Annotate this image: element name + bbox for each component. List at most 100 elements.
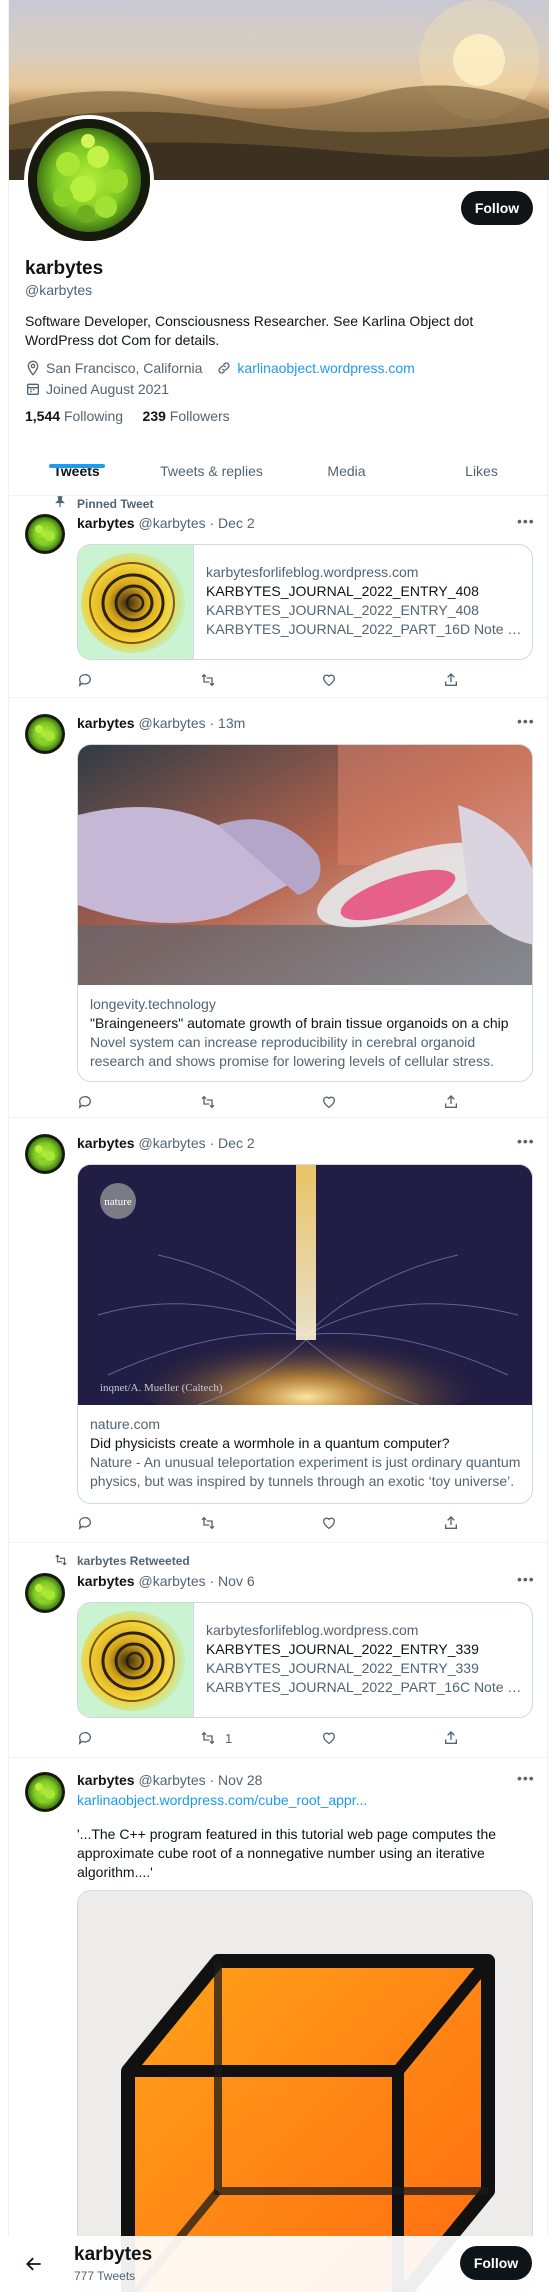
- reply-icon: [78, 1517, 91, 1530]
- retweet-count: 1: [225, 1730, 233, 1746]
- more-icon[interactable]: •••: [517, 713, 535, 729]
- card-thumbnail: [78, 1603, 194, 1717]
- follow-button[interactable]: Follow: [461, 191, 533, 225]
- tweet-count: 777 Tweets: [74, 2269, 136, 2283]
- link-icon: [218, 362, 230, 374]
- tweet-author[interactable]: karbytes: [77, 1772, 135, 1788]
- tweet-avatar[interactable]: [25, 514, 65, 554]
- like-button[interactable]: [321, 672, 337, 688]
- joined-date: Joined August 2021: [46, 381, 169, 397]
- romanesco-image: [28, 119, 150, 241]
- retweet-icon: [201, 1516, 215, 1530]
- tweet[interactable]: karbytes @karbytes · 13m ••• longevity.t…: [9, 698, 549, 1118]
- retweet-icon: [55, 1554, 67, 1566]
- card-title: KARBYTES_JOURNAL_2022_ENTRY_339: [206, 1641, 479, 1657]
- card-description: KARBYTES_JOURNAL_2022_PART_16C Note that…: [206, 1679, 524, 1695]
- reply-icon: [78, 1732, 91, 1745]
- nature-badge: nature: [104, 1196, 132, 1208]
- bottom-bar-name: karbytes: [74, 2244, 153, 2265]
- tweet-time[interactable]: · 13m: [210, 715, 246, 731]
- reply-icon: [78, 674, 91, 687]
- tweet[interactable]: karbytes @karbytes · Nov 28 ••• karlinao…: [9, 1758, 549, 2292]
- tweet-avatar[interactable]: [25, 714, 65, 754]
- tweet-time[interactable]: · Dec 2: [210, 1135, 255, 1151]
- share-button[interactable]: [443, 1730, 459, 1746]
- location-icon: [27, 360, 39, 376]
- card-description: KARBYTES_JOURNAL_2022_ENTRY_339: [206, 1660, 479, 1676]
- share-icon: [445, 1095, 457, 1108]
- like-button[interactable]: [321, 1730, 337, 1746]
- tweet-actions: [77, 1094, 533, 1114]
- retweet-button[interactable]: 1: [199, 1730, 232, 1746]
- link-card[interactable]: karbytesforlifeblog.wordpress.com KARBYT…: [77, 544, 533, 660]
- retweet-icon: [201, 673, 215, 687]
- share-button[interactable]: [443, 672, 459, 688]
- profile-handle: @karbytes: [25, 282, 93, 298]
- card-image-wormhole: nature inqnet/A. Mueller (Caltech): [78, 1165, 532, 1405]
- retweet-button[interactable]: [199, 1515, 217, 1531]
- profile-bio: Software Developer, Consciousness Resear…: [25, 313, 474, 348]
- tweet-avatar[interactable]: [25, 1573, 65, 1613]
- tweet-time[interactable]: · Dec 2: [210, 515, 255, 531]
- share-button[interactable]: [443, 1094, 459, 1110]
- follow-button[interactable]: Follow: [460, 2246, 532, 2280]
- tweet-time[interactable]: · Nov 6: [210, 1573, 255, 1589]
- retweet-button[interactable]: [199, 1094, 217, 1110]
- followers-link[interactable]: 239 Followers: [143, 408, 230, 424]
- card-title: "Braingeneers" automate growth of brain …: [90, 1015, 509, 1031]
- image-credit: inqnet/A. Mueller (Caltech): [100, 1382, 223, 1394]
- link-card[interactable]: longevity.technology "Braingeneers" auto…: [77, 744, 533, 1082]
- share-button[interactable]: [443, 1515, 459, 1531]
- reply-button[interactable]: [77, 1730, 93, 1746]
- tweet-author[interactable]: karbytes: [77, 715, 135, 731]
- tweet-header: karbytes @karbytes · Dec 2: [77, 515, 255, 531]
- active-tab-indicator: [49, 464, 105, 468]
- tweet-author[interactable]: karbytes: [77, 1135, 135, 1151]
- tweet[interactable]: karbytes @karbytes · Dec 2 ••• nature in…: [9, 1118, 549, 1543]
- profile-meta: San Francisco, California karlinaobject.…: [25, 360, 415, 376]
- profile-page: Follow karbytes @karbytes Software Devel…: [8, 0, 549, 2292]
- tweet-link[interactable]: karlinaobject.wordpress.com/cube_root_ap…: [77, 1791, 533, 1810]
- reply-button[interactable]: [77, 672, 93, 688]
- tweet-time[interactable]: · Nov 28: [210, 1772, 263, 1788]
- more-icon[interactable]: •••: [517, 1133, 535, 1149]
- bottom-profile-bar: karbytes 777 Tweets Follow: [8, 2236, 548, 2292]
- retweet-button[interactable]: [199, 672, 217, 688]
- like-button[interactable]: [321, 1094, 337, 1110]
- like-button[interactable]: [321, 1515, 337, 1531]
- profile-avatar[interactable]: [24, 115, 154, 245]
- profile-joined: Joined August 2021: [25, 381, 169, 397]
- reply-button[interactable]: [77, 1515, 93, 1531]
- tweet[interactable]: Pinned Tweet karbytes @karbytes · Dec 2 …: [9, 487, 549, 698]
- tweet-image-orange-box[interactable]: [77, 1890, 533, 2292]
- tweet-text: '...The C++ program featured in this tut…: [77, 1826, 497, 1880]
- reply-button[interactable]: [77, 1094, 93, 1110]
- tweet-header: karbytes @karbytes · Dec 2: [77, 1135, 255, 1151]
- card-domain: karbytesforlifeblog.wordpress.com: [206, 564, 419, 580]
- more-icon[interactable]: •••: [517, 1770, 535, 1786]
- more-icon[interactable]: •••: [517, 1571, 535, 1587]
- back-arrow-icon[interactable]: [24, 2254, 44, 2274]
- profile-website-link[interactable]: karlinaobject.wordpress.com: [237, 360, 414, 376]
- tweet-author[interactable]: karbytes: [77, 1573, 135, 1589]
- card-title: KARBYTES_JOURNAL_2022_ENTRY_408: [206, 583, 479, 599]
- reply-icon: [78, 1096, 91, 1109]
- link-card[interactable]: karbytesforlifeblog.wordpress.com KARBYT…: [77, 1602, 533, 1718]
- tweet-avatar[interactable]: [25, 1134, 65, 1174]
- like-icon: [322, 1517, 336, 1530]
- share-icon: [445, 1731, 457, 1744]
- link-card[interactable]: nature inqnet/A. Mueller (Caltech) natur…: [77, 1164, 533, 1504]
- tweet-avatar[interactable]: [25, 1772, 65, 1812]
- card-domain: nature.com: [90, 1416, 161, 1432]
- tweet-author[interactable]: karbytes: [77, 515, 135, 531]
- pinned-label: Pinned Tweet: [77, 497, 154, 511]
- retweeted-label[interactable]: karbytes Retweeted: [77, 1554, 190, 1568]
- like-icon: [322, 1732, 336, 1745]
- card-domain: longevity.technology: [90, 996, 216, 1012]
- tweet-header: karbytes @karbytes · 13m: [77, 715, 246, 731]
- following-link[interactable]: 1,544 Following: [25, 408, 123, 424]
- card-thumbnail: [78, 545, 194, 659]
- tweet[interactable]: karbytes Retweeted karbytes @karbytes · …: [9, 1543, 549, 1758]
- more-icon[interactable]: •••: [517, 513, 535, 529]
- profile-stats: 1,544 Following 239 Followers: [25, 408, 230, 424]
